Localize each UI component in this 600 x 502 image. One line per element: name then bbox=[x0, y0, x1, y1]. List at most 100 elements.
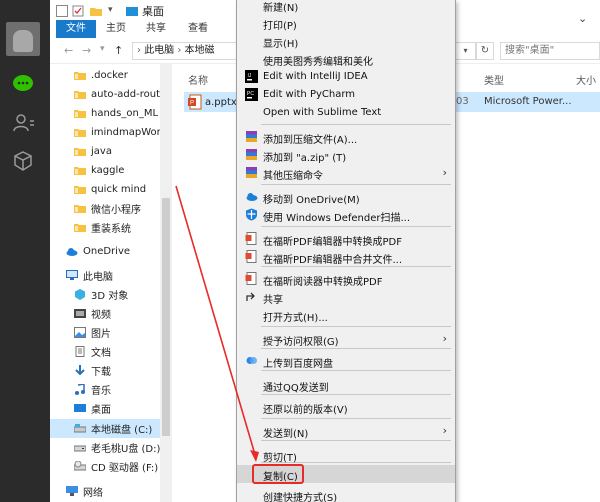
new-folder-icon[interactable] bbox=[90, 5, 102, 17]
chat-icon[interactable] bbox=[10, 72, 36, 94]
drive-icon bbox=[73, 423, 87, 434]
menu-item-label: 使用美图秀秀编辑和美化 bbox=[263, 57, 373, 68]
picture-icon bbox=[74, 327, 86, 338]
menu-item[interactable]: 显示(H) bbox=[237, 32, 455, 50]
nav-item[interactable]: 文档 bbox=[74, 342, 111, 361]
window-title: 桌面 bbox=[142, 5, 164, 18]
file-list: 名称 P a.pptx bbox=[172, 64, 244, 502]
menu-item[interactable]: 添加到压缩文件(A)... bbox=[237, 128, 455, 146]
svg-text:PC: PC bbox=[247, 91, 254, 97]
scroll-thumb[interactable] bbox=[162, 198, 170, 436]
column-header-name[interactable]: 名称 bbox=[188, 72, 208, 87]
menu-item[interactable]: IJ Edit with IntelliJ IDEA bbox=[237, 68, 455, 86]
explorer-app-icon bbox=[56, 5, 68, 17]
back-arrow-icon[interactable]: ← bbox=[64, 44, 73, 57]
menu-item[interactable]: 剪切(T) bbox=[237, 446, 455, 464]
menu-item[interactable]: 在福昕阅读器中转换成PDF bbox=[237, 270, 455, 288]
nav-item[interactable]: 重装系统 bbox=[74, 218, 131, 237]
foxit-icon bbox=[245, 272, 258, 285]
menu-item[interactable]: 使用美图秀秀编辑和美化 bbox=[237, 50, 455, 68]
nav-item[interactable]: 本地磁盘 (C:) bbox=[50, 419, 160, 438]
tab-file[interactable]: 文件 bbox=[56, 20, 96, 38]
column-header-size[interactable]: 大小 bbox=[576, 72, 596, 87]
contacts-icon[interactable] bbox=[10, 112, 36, 134]
tab-home[interactable]: 主页 bbox=[106, 20, 126, 38]
winrar-icon bbox=[245, 166, 258, 179]
minimize-ribbon-icon[interactable]: ⌄ bbox=[578, 12, 587, 25]
nav-item[interactable]: 此电脑 bbox=[66, 266, 113, 285]
nav-item-label: 本地磁盘 (C:) bbox=[91, 425, 153, 436]
nav-item[interactable]: OneDrive bbox=[66, 242, 130, 261]
menu-item[interactable]: 创建快捷方式(S) bbox=[237, 486, 455, 502]
address-dropdown-icon[interactable]: ▾ bbox=[456, 42, 476, 60]
nav-item[interactable]: CD 驱动器 (F:) bbox=[73, 457, 158, 476]
menu-item[interactable]: 打开方式(H)... bbox=[237, 306, 455, 324]
customize-toolbar-icon[interactable]: ▾ bbox=[108, 5, 120, 17]
menu-item[interactable]: 发送到(N) › bbox=[237, 422, 455, 440]
menu-item-label: 添加到压缩文件(A)... bbox=[263, 135, 358, 146]
baidu-icon bbox=[245, 354, 258, 367]
nav-item[interactable]: .docker bbox=[74, 66, 128, 85]
nav-item[interactable]: kaggle bbox=[74, 161, 124, 180]
nav-item[interactable]: imindmapWork bbox=[74, 123, 167, 142]
nav-item-label: imindmapWork bbox=[91, 127, 167, 138]
menu-item[interactable]: 其他压缩命令 › bbox=[237, 164, 455, 182]
menu-item[interactable]: 在福昕PDF编辑器中合并文件... bbox=[237, 248, 455, 266]
forward-arrow-icon[interactable]: → bbox=[82, 44, 91, 57]
breadcrumb-local-disk[interactable]: 本地磁 bbox=[185, 45, 215, 56]
recent-locations-icon[interactable]: ▾ bbox=[100, 44, 105, 54]
nav-item[interactable]: auto-add-route bbox=[74, 85, 166, 104]
menu-item[interactable]: 还原以前的版本(V) bbox=[237, 398, 455, 416]
nav-item[interactable]: 微信小程序 bbox=[74, 199, 141, 218]
folder-icon bbox=[74, 184, 86, 195]
nav-item[interactable]: quick mind bbox=[74, 180, 146, 199]
menu-item[interactable]: Open with Sublime Text bbox=[237, 104, 455, 122]
share-icon bbox=[245, 290, 258, 303]
nav-item[interactable]: 老毛桃U盘 (D:) bbox=[73, 438, 160, 457]
menu-separator bbox=[261, 370, 451, 371]
favorites-cube-icon[interactable] bbox=[10, 150, 36, 172]
breadcrumb-this-pc[interactable]: 此电脑 bbox=[144, 45, 174, 56]
nav-item[interactable]: 桌面 bbox=[74, 399, 111, 418]
nav-item[interactable]: 下载 bbox=[74, 361, 111, 380]
nav-item[interactable]: 视频 bbox=[74, 304, 111, 323]
breadcrumb[interactable]: › 此电脑 › 本地磁 bbox=[132, 42, 242, 60]
menu-item[interactable]: 在福昕PDF编辑器中转换成PDF bbox=[237, 230, 455, 248]
tab-share[interactable]: 共享 bbox=[146, 20, 166, 38]
properties-icon[interactable] bbox=[72, 5, 84, 17]
nav-item[interactable]: 图片 bbox=[74, 323, 111, 342]
nav-item[interactable]: 网络 bbox=[66, 482, 103, 501]
menu-separator bbox=[261, 348, 451, 349]
context-menu: 新建(N) 打印(P) 显示(H) 使用美图秀秀编辑和美化 IJ Edit with In… bbox=[236, 0, 456, 502]
menu-item[interactable]: 添加到 "a.zip" (T) bbox=[237, 146, 455, 164]
nav-item-label: 微信小程序 bbox=[91, 205, 141, 216]
menu-item[interactable]: 共享 bbox=[237, 288, 455, 306]
menu-item-label: 还原以前的版本(V) bbox=[263, 405, 348, 416]
cube-icon bbox=[74, 289, 86, 300]
menu-item[interactable]: 新建(N) bbox=[237, 0, 455, 14]
nav-item[interactable]: hands_on_ML bbox=[74, 104, 158, 123]
folder-title-icon bbox=[126, 5, 138, 17]
nav-item[interactable]: 3D 对象 bbox=[74, 285, 128, 304]
menu-item[interactable]: 上传到百度网盘 bbox=[237, 352, 455, 370]
nav-item-label: 桌面 bbox=[91, 405, 111, 416]
menu-item[interactable]: 打印(P) bbox=[237, 14, 455, 32]
column-header-type[interactable]: 类型 bbox=[484, 72, 504, 87]
tab-view[interactable]: 查看 bbox=[188, 20, 208, 38]
menu-item[interactable]: PC Edit with PyCharm bbox=[237, 86, 455, 104]
menu-item[interactable]: 通过QQ发送到 bbox=[237, 376, 455, 394]
avatar[interactable] bbox=[6, 22, 40, 56]
nav-item[interactable]: java bbox=[74, 142, 112, 161]
nav-item[interactable]: 音乐 bbox=[74, 380, 111, 399]
file-row[interactable]: P a.pptx bbox=[184, 92, 244, 112]
nav-item-label: 此电脑 bbox=[83, 272, 113, 283]
refresh-icon[interactable]: ↻ bbox=[476, 42, 494, 60]
search-input[interactable]: 搜索"桌面" bbox=[500, 42, 600, 60]
menu-item[interactable]: 移动到 OneDrive(M) bbox=[237, 188, 455, 206]
winrar-icon bbox=[245, 130, 258, 143]
menu-item[interactable]: 使用 Windows Defender扫描... bbox=[237, 206, 455, 224]
file-row-details[interactable]: 03 Microsoft Power... bbox=[456, 92, 600, 112]
menu-item[interactable]: 授予访问权限(G) › bbox=[237, 330, 455, 348]
up-arrow-icon[interactable]: ↑ bbox=[114, 44, 123, 57]
nav-scrollbar[interactable] bbox=[160, 64, 172, 502]
